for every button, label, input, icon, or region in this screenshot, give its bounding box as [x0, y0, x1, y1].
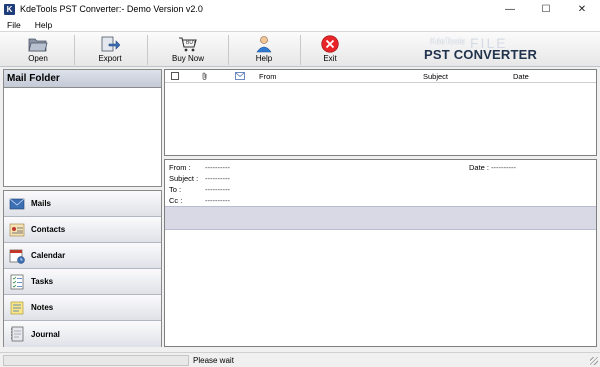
export-icon [101, 36, 120, 52]
exit-label: Exit [323, 54, 337, 63]
nav-item-contacts[interactable]: Contacts [4, 217, 161, 243]
nav-item-tasks[interactable]: Tasks [4, 269, 161, 295]
help-person-icon [256, 36, 272, 53]
cc-value: ---------- [205, 196, 230, 205]
nav-item-calendar[interactable]: Calendar [4, 243, 161, 269]
help-label: Help [255, 54, 273, 63]
buy-now-button[interactable]: BUY Buy Now [168, 34, 208, 66]
contacts-icon [9, 223, 25, 236]
exit-button[interactable]: Exit [310, 34, 350, 66]
attachment-bar [165, 206, 596, 230]
toolbar-divider [147, 35, 148, 65]
toolbar-divider [228, 35, 229, 65]
buy-now-label: Buy Now [171, 54, 204, 63]
folder-open-icon [28, 38, 48, 52]
export-button[interactable]: Export [90, 34, 130, 66]
svg-text:BUY: BUY [186, 40, 197, 46]
status-bar: Please wait [0, 352, 600, 367]
open-label: Open [28, 54, 48, 63]
menu-bar: File Help [0, 18, 600, 32]
brand-product: PST CONVERTER [424, 47, 538, 62]
mail-icon [9, 198, 25, 209]
attachment-icon [202, 72, 207, 80]
nav-label: Mails [31, 199, 52, 208]
message-list[interactable]: From Subject Date [164, 69, 597, 156]
mail-folder-title: Mail Folder [4, 70, 161, 88]
select-all-checkbox[interactable] [171, 72, 179, 80]
tasks-icon [10, 274, 24, 289]
column-from[interactable]: From [259, 72, 277, 81]
envelope-icon [235, 72, 245, 80]
exit-icon [321, 35, 339, 53]
title-bar: K KdeTools PST Converter:- Demo Version … [0, 0, 600, 18]
journal-icon [11, 326, 24, 342]
close-button[interactable]: ✕ [564, 0, 600, 18]
preview-header: From : ---------- Subject : ---------- T… [165, 160, 596, 206]
calendar-icon [9, 249, 25, 264]
app-icon: K [4, 3, 15, 15]
date-label: Date : [469, 163, 490, 172]
nav-label: Contacts [31, 225, 66, 234]
brand-logo: FILE KdeTools PST CONVERTER [420, 35, 590, 65]
date-value: ---------- [491, 163, 516, 172]
preview-pane: From : ---------- Subject : ---------- T… [164, 159, 597, 347]
nav-label: Tasks [31, 277, 54, 286]
minimize-button[interactable]: — [492, 0, 528, 18]
nav-item-mails[interactable]: Mails [4, 191, 161, 217]
from-label: From : [169, 163, 191, 172]
to-label: To : [169, 185, 182, 194]
subject-value: ---------- [205, 174, 230, 183]
maximize-button[interactable]: ☐ [528, 0, 564, 18]
nav-label: Notes [31, 303, 54, 312]
cart-icon: BUY [179, 37, 197, 52]
message-body[interactable] [165, 232, 596, 346]
column-date[interactable]: Date [513, 72, 529, 81]
nav-label: Calendar [31, 251, 66, 260]
folder-tree[interactable] [4, 88, 161, 186]
menu-help[interactable]: Help [28, 20, 59, 30]
toolbar-divider [74, 35, 75, 65]
window-title: KdeTools PST Converter:- Demo Version v2… [20, 4, 203, 14]
toolbar-divider [300, 35, 301, 65]
brand-name: KdeTools [430, 37, 466, 46]
open-button[interactable]: Open [18, 34, 58, 66]
nav-label: Journal [31, 329, 60, 339]
nav-list: Mails Contacts Calendar Tasks Notes Jour… [3, 190, 162, 347]
progress-bar [3, 355, 189, 366]
nav-item-journal[interactable]: Journal [4, 321, 161, 347]
cc-label: Cc : [169, 196, 183, 205]
to-value: ---------- [205, 185, 230, 194]
nav-item-notes[interactable]: Notes [4, 295, 161, 321]
help-button[interactable]: Help [244, 34, 284, 66]
notes-icon [10, 301, 24, 314]
from-value: ---------- [205, 163, 230, 172]
resize-grip-icon[interactable] [590, 357, 598, 365]
column-subject[interactable]: Subject [423, 72, 448, 81]
message-list-header: From Subject Date [165, 70, 596, 83]
menu-file[interactable]: File [0, 20, 28, 30]
status-text: Please wait [193, 356, 234, 365]
export-label: Export [98, 54, 122, 63]
mail-folder-panel: Mail Folder [3, 69, 162, 187]
subject-label: Subject : [169, 174, 199, 183]
